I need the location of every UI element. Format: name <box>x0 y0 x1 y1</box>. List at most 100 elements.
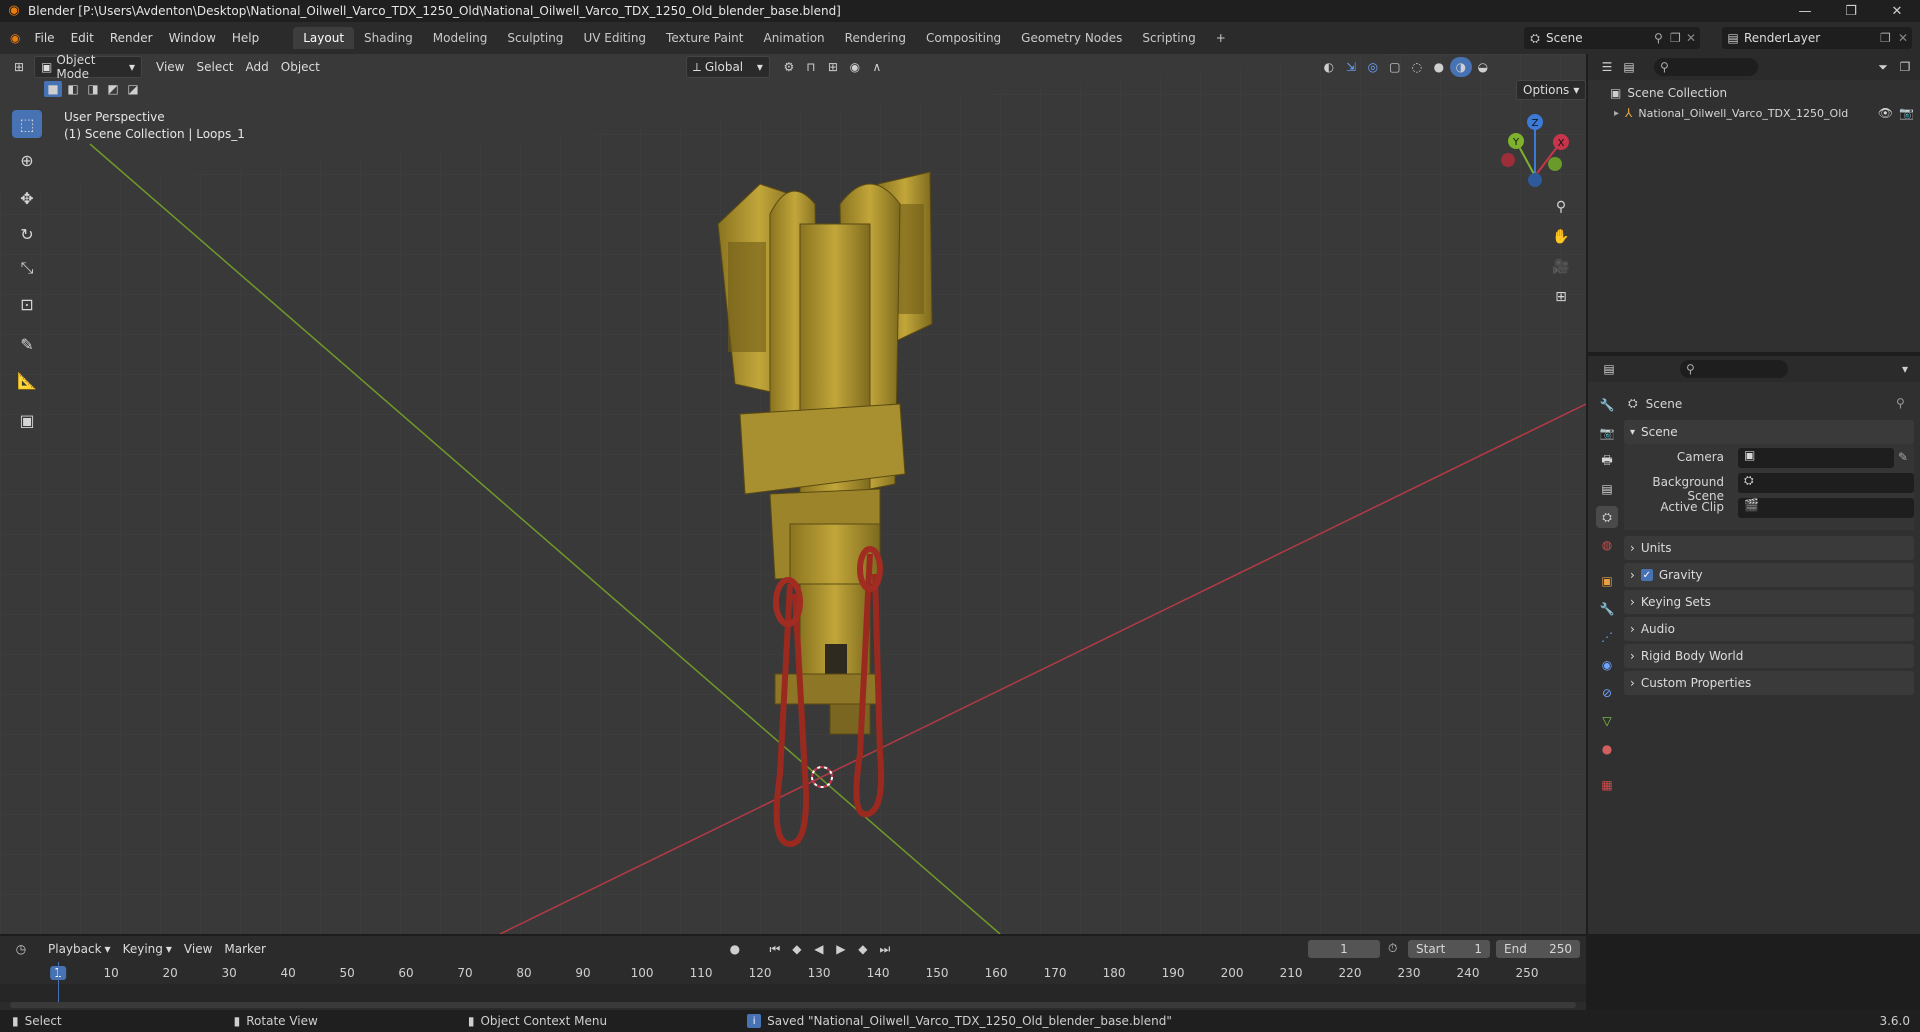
render-tab-icon[interactable]: 📷 <box>1596 422 1618 444</box>
camera-render-icon[interactable]: 📷 <box>1899 106 1914 120</box>
overlay-toggle-icon[interactable]: ◎ <box>1362 57 1384 77</box>
timeline-editor-icon[interactable]: ◷ <box>10 939 32 959</box>
world-tab-icon[interactable]: ◍ <box>1596 534 1618 556</box>
play-icon[interactable]: ▶ <box>830 939 852 959</box>
chevron-down-icon[interactable]: ▾ <box>1894 359 1916 379</box>
snap-target-icon[interactable]: ⊞ <box>822 57 844 77</box>
panel-custom-properties[interactable]: › Custom Properties <box>1624 671 1914 695</box>
xray-icon[interactable]: ▢ <box>1384 57 1406 77</box>
outliner-search-input[interactable]: ⚲ <box>1654 58 1758 76</box>
select-subtract-icon[interactable]: ◨ <box>84 81 102 97</box>
object-tab-icon[interactable]: ▣ <box>1596 570 1618 592</box>
end-frame-field[interactable]: End 250 <box>1496 940 1580 958</box>
material-tab-icon[interactable]: ● <box>1596 738 1618 760</box>
menu-marker[interactable]: Marker <box>218 939 271 959</box>
menu-render[interactable]: Render <box>102 31 161 45</box>
zoom-button[interactable]: ⚲ <box>1548 194 1574 220</box>
menu-edit[interactable]: Edit <box>63 31 102 45</box>
tab-uv-editing[interactable]: UV Editing <box>573 27 656 49</box>
camera-field[interactable]: ▣ <box>1738 448 1894 468</box>
playhead-line[interactable] <box>58 962 59 1006</box>
stopwatch-icon[interactable]: ⏱ <box>1388 941 1397 956</box>
jump-end-icon[interactable]: ⏭ <box>874 939 896 959</box>
scene-tab-icon[interactable]: ⛭ <box>1596 506 1618 528</box>
filter-icon[interactable]: ⏷ <box>1872 57 1894 77</box>
modifier-tab-icon[interactable]: 🔧 <box>1596 598 1618 620</box>
renderlayer-selector[interactable]: ▤ RenderLayer ❐ ✕ <box>1722 27 1912 49</box>
pin-icon[interactable]: ⚲ <box>1654 31 1670 45</box>
timeline-scrollbar[interactable] <box>10 1002 1576 1008</box>
wireframe-shading-icon[interactable]: ◌ <box>1406 57 1428 77</box>
menu-timeline-view[interactable]: View <box>178 939 218 959</box>
select-intersect-icon[interactable]: ◪ <box>124 81 142 97</box>
background-scene-field[interactable]: ⛭ <box>1738 473 1914 493</box>
tab-layout[interactable]: Layout <box>293 27 355 49</box>
blender-menu-icon[interactable]: ◉ <box>0 31 26 45</box>
panel-rigid-body-world[interactable]: › Rigid Body World <box>1624 644 1914 668</box>
panel-keying-sets[interactable]: › Keying Sets <box>1624 590 1914 614</box>
panel-units[interactable]: › Units <box>1624 536 1914 560</box>
start-frame-field[interactable]: Start 1 <box>1408 940 1490 958</box>
ortho-toggle-button[interactable]: ⊞ <box>1548 284 1574 310</box>
menu-file[interactable]: File <box>26 31 62 45</box>
add-workspace-button[interactable]: + <box>1206 27 1236 49</box>
jump-keyframe-back-icon[interactable]: ◆ <box>786 939 808 959</box>
outliner-item[interactable]: ▸ ⅄ National_Oilwell_Varco_TDX_1250_Old … <box>1614 106 1914 120</box>
visibility-icon[interactable]: ◐ <box>1318 57 1340 77</box>
select-new-icon[interactable]: ■ <box>44 81 62 97</box>
panel-audio[interactable]: › Audio <box>1624 617 1914 641</box>
new-layer-icon[interactable]: ❐ <box>1880 31 1898 45</box>
properties-editor-icon[interactable]: ▤ <box>1598 359 1620 379</box>
tab-scripting[interactable]: Scripting <box>1132 27 1205 49</box>
view-layer-tab-icon[interactable]: ▤ <box>1596 478 1618 500</box>
gravity-checkbox[interactable]: ✓ <box>1640 569 1653 581</box>
rendered-shading-icon[interactable]: ◒ <box>1472 57 1494 77</box>
current-frame-field[interactable]: 1 <box>1308 940 1380 958</box>
tab-animation[interactable]: Animation <box>753 27 834 49</box>
select-invert-icon[interactable]: ◩ <box>104 81 122 97</box>
properties-search-input[interactable]: ⚲ <box>1680 360 1788 378</box>
tab-sculpting[interactable]: Sculpting <box>497 27 573 49</box>
menu-keying[interactable]: Keying ▾ <box>117 939 178 959</box>
menu-playback[interactable]: Playback ▾ <box>42 939 117 959</box>
menu-view[interactable]: View <box>150 57 190 77</box>
expand-arrow-icon[interactable]: ▸ <box>1614 108 1619 119</box>
orientation-selector[interactable]: ⟂ Global ▾ <box>685 56 770 78</box>
gizmo-toggle-icon[interactable]: ⇲ <box>1340 57 1362 77</box>
active-clip-field[interactable]: 🎬 <box>1738 498 1914 518</box>
tab-compositing[interactable]: Compositing <box>916 27 1011 49</box>
tool-tab-icon[interactable]: 🔧 <box>1596 394 1618 416</box>
menu-help[interactable]: Help <box>224 31 267 45</box>
options-button[interactable]: Options ▾ <box>1516 80 1586 100</box>
panel-gravity[interactable]: › ✓ Gravity <box>1624 563 1914 587</box>
outliner-scene-collection[interactable]: ▣ Scene Collection <box>1610 86 1727 100</box>
particles-tab-icon[interactable]: ⋰ <box>1596 626 1618 648</box>
pin-icon[interactable]: ⚲ <box>1896 396 1905 410</box>
data-tab-icon[interactable]: ▽ <box>1596 710 1618 732</box>
pivot-icon[interactable]: ⚙ <box>778 57 800 77</box>
cursor-tool[interactable]: ⊕ <box>12 146 42 174</box>
outliner-editor-icon[interactable]: ☰ <box>1596 57 1618 77</box>
record-icon[interactable]: ● <box>724 939 746 959</box>
close-button[interactable]: ✕ <box>1874 0 1920 22</box>
new-collection-icon[interactable]: ❐ <box>1894 57 1916 77</box>
display-mode-icon[interactable]: ▤ <box>1618 57 1640 77</box>
move-tool[interactable]: ✥ <box>12 184 42 212</box>
rotate-tool[interactable]: ↻ <box>12 220 42 248</box>
timeline-track[interactable] <box>0 984 1586 1002</box>
eye-icon[interactable]: 👁 <box>1878 106 1893 120</box>
tab-shading[interactable]: Shading <box>354 27 423 49</box>
viewport-canvas[interactable]: Z X Y <box>0 54 1586 934</box>
tab-geometry-nodes[interactable]: Geometry Nodes <box>1011 27 1132 49</box>
menu-add[interactable]: Add <box>240 57 275 77</box>
jump-start-icon[interactable]: ⏮ <box>764 939 786 959</box>
jump-keyframe-forward-icon[interactable]: ◆ <box>852 939 874 959</box>
measure-tool[interactable]: 📐 <box>12 366 42 394</box>
delete-scene-icon[interactable]: ✕ <box>1686 31 1700 45</box>
select-box-tool[interactable]: ⬚ <box>12 110 42 138</box>
tab-modeling[interactable]: Modeling <box>423 27 498 49</box>
select-extend-icon[interactable]: ◧ <box>64 81 82 97</box>
menu-object[interactable]: Object <box>275 57 326 77</box>
timeline-ruler[interactable]: 1102030405060708090100110120130140150160… <box>0 962 1586 984</box>
constraints-tab-icon[interactable]: ⊘ <box>1596 682 1618 704</box>
